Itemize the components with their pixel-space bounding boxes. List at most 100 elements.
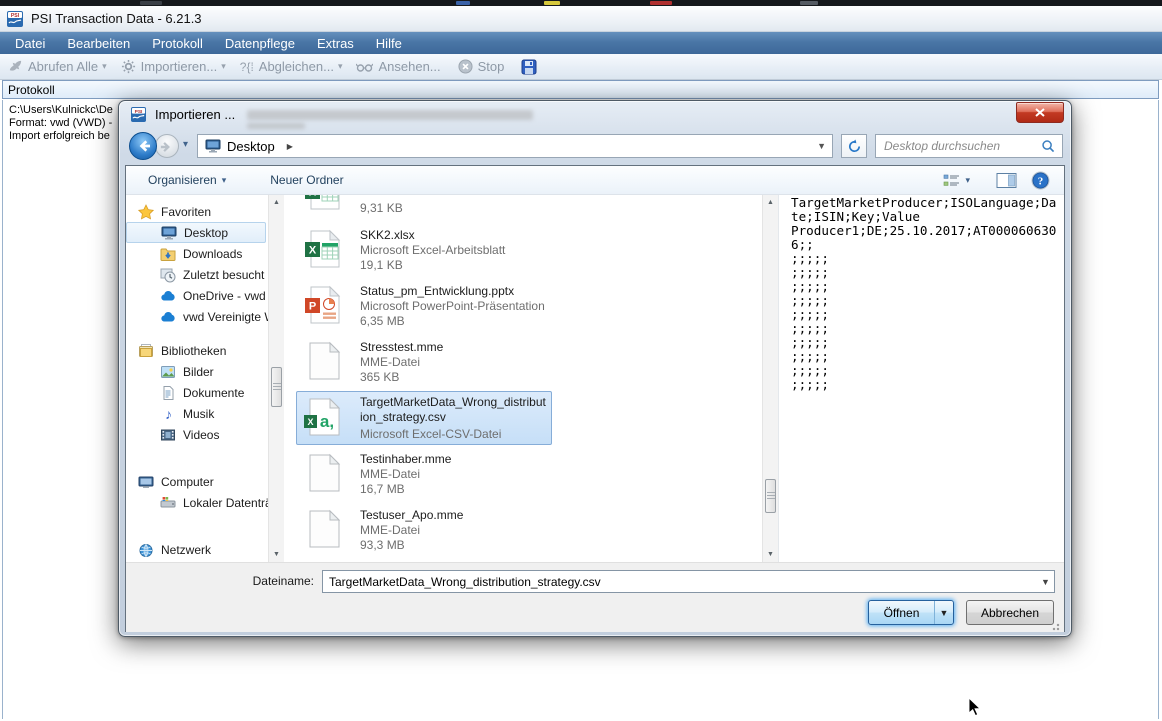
scroll-down-icon[interactable]: ▼ [763,547,778,562]
new-folder-button[interactable]: Neuer Ordner [270,173,343,187]
sidebar-group-bibliotheken[interactable]: Bibliotheken [126,340,268,361]
mouse-cursor-icon [968,697,982,718]
import-button[interactable]: Importieren... ▾ [121,59,226,74]
match-label: Abgleichen... [259,59,334,74]
sidebar-item-bilder[interactable]: Bilder [126,361,268,382]
desktop-fragment [140,1,162,5]
sidebar-item-label: vwd Vereinigte W [183,310,268,324]
back-arrow-icon [130,138,156,154]
resize-grip[interactable] [1048,619,1060,631]
file-list-scrollbar[interactable]: ▲ ▼ [762,195,778,562]
scroll-down-icon[interactable]: ▼ [269,547,284,562]
fetch-all-button[interactable]: Abrufen Alle ▾ [8,59,107,74]
sidebar-item-onedrive[interactable]: OneDrive - vwd V [126,285,268,306]
sidebar-item-vwd-cloud[interactable]: vwd Vereinigte W [126,306,268,327]
sidebar-item-label: Zuletzt besucht [183,268,264,282]
recent-places-icon [160,267,177,283]
preview-pane-button[interactable] [996,172,1017,189]
open-split-dropdown-icon[interactable]: ▼ [934,601,953,624]
file-item-partial[interactable]: X 9,31 KB [284,195,762,222]
breadcrumb-arrow-icon[interactable]: ▶ [287,142,293,151]
search-icon[interactable] [1041,139,1063,154]
glasses-icon [356,60,373,73]
refresh-button[interactable] [841,134,867,158]
file-item-stresstest[interactable]: Stresstest.mme MME-Datei 365 KB [284,334,762,390]
menu-datei[interactable]: Datei [4,34,56,53]
sidebar-group-computer[interactable]: Computer [126,471,268,492]
file-item-skk2[interactable]: X SKK2.xlsx Microsoft Excel-Arbeitsblatt… [284,222,762,278]
cancel-button[interactable]: Abbrechen [966,600,1054,625]
file-item-testuser-apo[interactable]: Testuser_Apo.mme MME-Datei 93,3 MB [284,502,762,558]
view-button[interactable]: Ansehen... [356,59,443,74]
file-list: X 9,31 KB X SKK2.xlsx Microsoft Excel-Ar… [284,195,762,562]
view-label: Ansehen... [378,59,440,74]
close-icon [1035,108,1045,117]
sidebar-item-videos[interactable]: Videos [126,424,268,445]
hard-drive-icon [160,495,177,511]
sidebar-item-musik[interactable]: ♪ Musik [126,403,268,424]
save-button[interactable] [521,59,537,75]
sidebar-item-desktop[interactable]: Desktop [126,222,266,243]
scrollbar-thumb[interactable] [271,367,282,407]
file-size: 19,1 KB [360,258,403,273]
sidebar-group-favoriten[interactable]: Favoriten [126,201,268,222]
match-button[interactable]: ?{⁞ Abgleichen... ▾ [240,59,343,74]
file-size: 93,3 MB [360,538,405,553]
downloads-folder-icon [160,246,177,262]
sidebar-group-netzwerk[interactable]: Netzwerk [126,539,268,560]
stop-button[interactable]: Stop [458,59,508,74]
stop-icon [458,59,473,74]
search-input[interactable] [876,139,1041,153]
svg-text:X: X [309,245,317,257]
close-button[interactable] [1016,102,1064,123]
file-type: MME-Datei [360,467,420,482]
open-button[interactable]: Öffnen ▼ [868,600,954,625]
menu-bearbeiten[interactable]: Bearbeiten [56,34,141,53]
svg-text:X: X [309,195,317,199]
pictures-icon [160,364,177,380]
organize-button[interactable]: Organisieren ▾ [148,173,226,187]
sidebar-item-label: Downloads [183,247,242,261]
menu-hilfe[interactable]: Hilfe [365,34,413,53]
film-icon [160,427,177,443]
menu-datenpflege[interactable]: Datenpflege [214,34,306,53]
file-item-status-pptx[interactable]: P Status_pm_Entwicklung.pptx Microsoft P… [284,278,762,334]
open-button-label[interactable]: Öffnen [869,601,934,624]
powerpoint-file-icon: P [302,285,342,325]
preview-file-content: TargetMarketProducer;ISOLanguage;Date;IS… [791,196,1056,392]
sidebar-item-local-disk[interactable]: Lokaler Datenträg [126,492,268,513]
scrollbar-thumb[interactable] [765,479,776,513]
help-icon[interactable]: ? [1031,171,1050,190]
sidebar-item-dokumente[interactable]: Dokumente [126,382,268,403]
sidebar-group-label: Favoriten [161,205,211,219]
file-item-targetmarketdata-selected[interactable]: a,X TargetMarketData_Wrong_distribution_… [284,390,762,446]
file-type: MME-Datei [360,355,420,370]
menu-extras[interactable]: Extras [306,34,365,53]
sidebar-item-label: Dokumente [183,386,244,400]
address-dropdown-icon[interactable]: ▼ [817,141,826,151]
views-button[interactable]: ▾ [943,173,970,188]
sidebar-item-recent[interactable]: Zuletzt besucht [126,264,268,285]
filename-dropdown-icon[interactable]: ▼ [1037,577,1054,587]
forward-button[interactable] [155,134,179,158]
filename-input[interactable] [323,575,1037,589]
sidebar-scrollbar[interactable]: ▲ ▼ [268,195,284,562]
preview-pane: TargetMarketProducer;ISOLanguage;Date;IS… [778,195,1064,562]
svg-text:P: P [309,301,316,313]
breadcrumb[interactable]: Desktop ▶ ▼ [197,134,833,158]
file-item-testinhaber[interactable]: Testinhaber.mme MME-Datei 16,7 MB [284,446,762,502]
file-name: Stresstest.mme [360,340,660,355]
excel-file-icon: X [302,195,342,211]
back-button[interactable] [129,132,157,160]
history-dropdown-icon[interactable]: ▾ [183,139,188,150]
scroll-up-icon[interactable]: ▲ [269,195,284,210]
desktop-fragment [544,1,560,5]
chevron-down-icon: ▾ [965,175,970,186]
sidebar-item-downloads[interactable]: Downloads [126,243,268,264]
menu-protokoll[interactable]: Protokoll [141,34,214,53]
breadcrumb-location[interactable]: Desktop [227,139,275,154]
dialog-footer: Dateiname: ▼ Öffnen ▼ Abbrechen [126,562,1064,632]
scroll-up-icon[interactable]: ▲ [763,195,778,210]
psi-dialog-icon: PSI [131,107,146,122]
cancel-button-label: Abbrechen [981,606,1039,620]
